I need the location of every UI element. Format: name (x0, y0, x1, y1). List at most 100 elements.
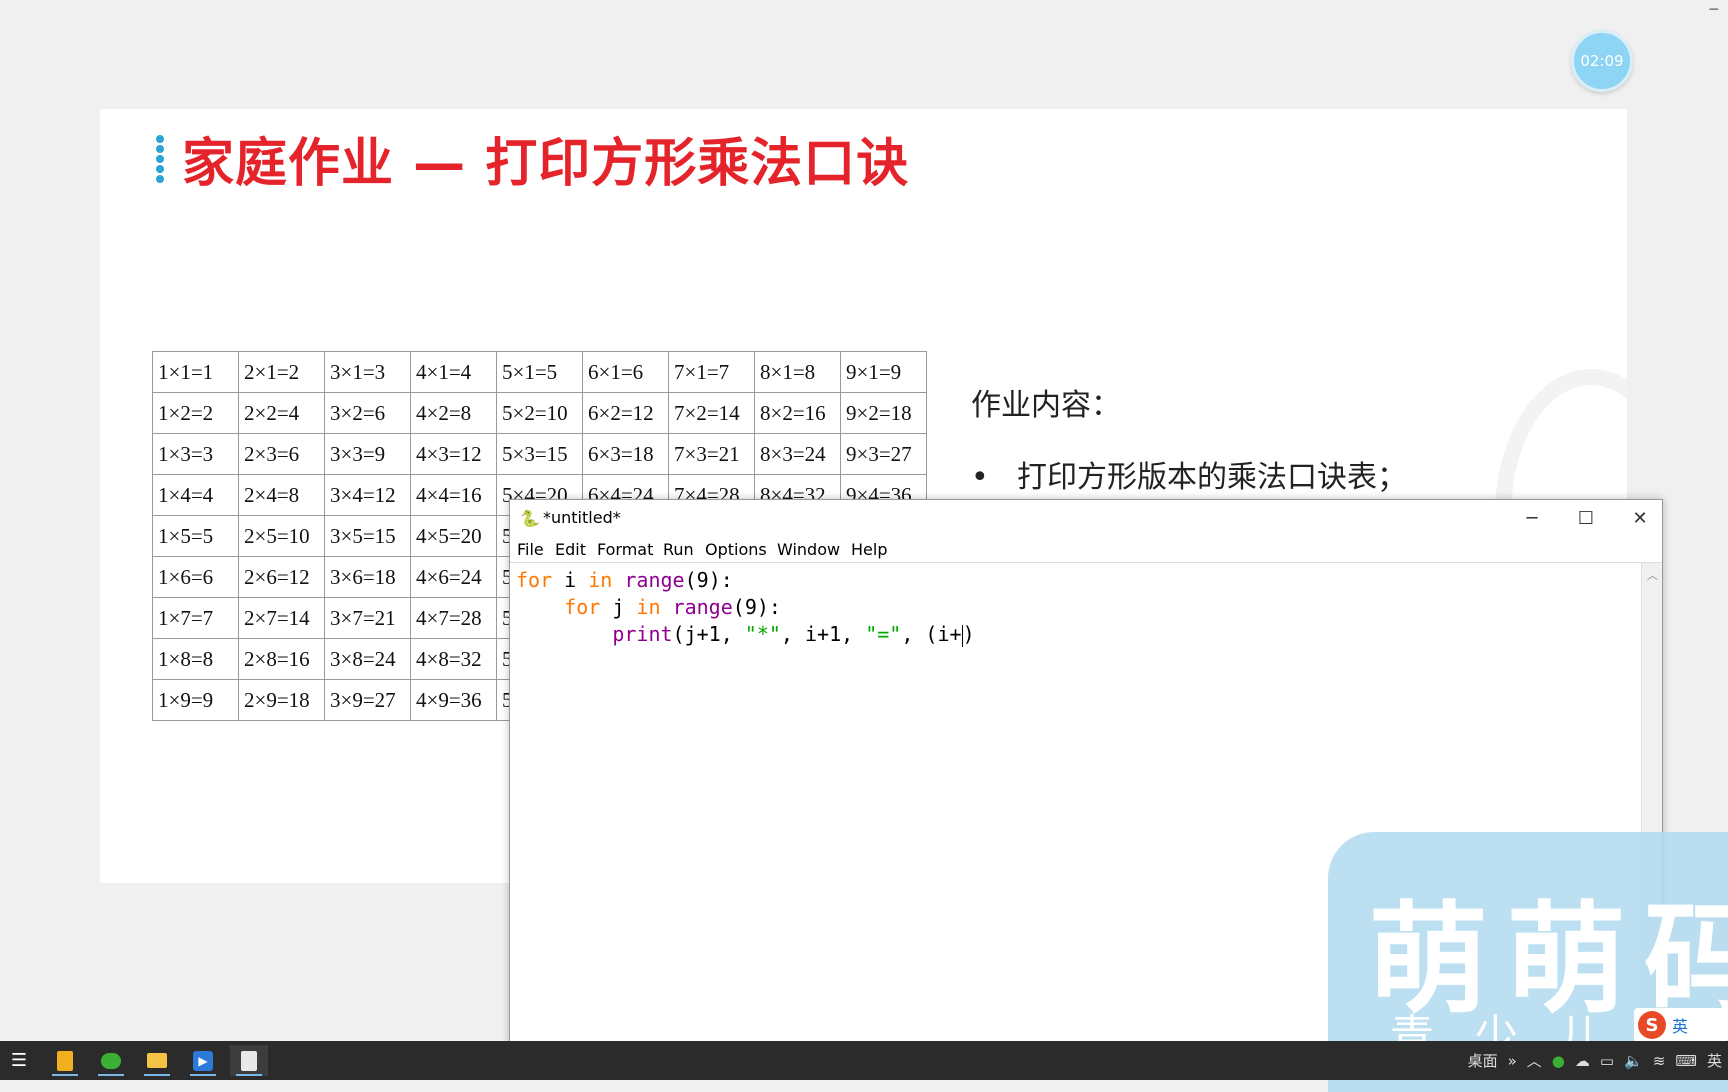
menu-bar: File Edit Format Run Options Window Help (510, 536, 1662, 563)
table-cell: 4×7=28 (410, 597, 497, 639)
code-line: for j in range(9): (564, 595, 781, 619)
table-cell: 4×2=8 (410, 392, 497, 434)
menu-run[interactable]: Run (663, 540, 694, 559)
table-cell: 9×1=9 (840, 351, 927, 393)
task-view-icon[interactable]: ☰ (0, 1045, 38, 1076)
table-cell: 1×3=3 (152, 433, 239, 475)
python-idle-icon[interactable] (230, 1045, 268, 1076)
code-line: print(j+1, "*", i+1, "=", (i+) (612, 622, 975, 647)
slide-title: 家庭作业 — 打印方形乘法口诀 (182, 134, 910, 194)
table-cell: 3×5=15 (324, 515, 411, 557)
code-line: for i in range(9): (516, 568, 733, 592)
minimize-button[interactable]: ─ (1504, 500, 1560, 536)
table-cell: 5×2=10 (496, 392, 583, 434)
table-cell: 3×2=6 (324, 392, 411, 434)
table-cell: 3×7=21 (324, 597, 411, 639)
window-titlebar[interactable]: 🐍 *untitled* ─ ☐ ✕ (510, 500, 1662, 536)
menu-edit[interactable]: Edit (555, 540, 586, 559)
close-button[interactable]: ✕ (1612, 500, 1668, 536)
table-cell: 2×1=2 (238, 351, 325, 393)
table-cell: 1×2=2 (152, 392, 239, 434)
wechat-icon[interactable] (92, 1045, 130, 1076)
screen-minimize-mark[interactable]: ─ (1710, 2, 1718, 18)
python-file-icon: 🐍 (520, 509, 540, 528)
table-cell: 4×4=16 (410, 474, 497, 516)
volume-icon[interactable]: 🔈 (1624, 1052, 1643, 1070)
table-cell: 4×6=24 (410, 556, 497, 598)
wechat-tray-icon[interactable]: ● (1552, 1052, 1565, 1070)
table-cell: 8×1=8 (754, 351, 841, 393)
table-cell: 3×8=24 (324, 638, 411, 680)
table-cell: 4×8=32 (410, 638, 497, 680)
text-cursor (961, 624, 963, 647)
table-cell: 4×5=20 (410, 515, 497, 557)
table-cell: 2×3=6 (238, 433, 325, 475)
keyboard-icon[interactable]: ⌨ (1675, 1052, 1697, 1070)
table-cell: 9×2=18 (840, 392, 927, 434)
table-row: 1×2=2 2×2=4 3×2=6 4×2=8 5×2=10 6×2=12 7×2=14 8×… (152, 392, 927, 434)
title-bullet-icon (156, 135, 164, 185)
maximize-button[interactable]: ☐ (1558, 500, 1614, 536)
table-cell: 4×1=4 (410, 351, 497, 393)
table-cell: 5×3=15 (496, 433, 583, 475)
table-cell: 7×3=21 (668, 433, 755, 475)
show-hidden-icon[interactable]: ︿ (1527, 1050, 1542, 1071)
video-player-icon[interactable]: ▶ (184, 1045, 222, 1076)
bullet-icon: • (971, 460, 989, 495)
table-cell: 2×8=16 (238, 638, 325, 680)
table-cell: 2×7=14 (238, 597, 325, 639)
table-cell: 3×3=9 (324, 433, 411, 475)
file-explorer-icon[interactable] (138, 1045, 176, 1076)
table-cell: 8×2=16 (754, 392, 841, 434)
table-cell: 2×9=18 (238, 679, 325, 721)
taskbar: ☰ ▶ 桌面 » ︿ ● ☁ ▭ 🔈 ≋ ⌨ 英 (0, 1041, 1728, 1080)
scroll-up-icon[interactable]: ︿ (1647, 567, 1658, 583)
menu-format[interactable]: Format (597, 540, 653, 559)
table-cell: 3×6=18 (324, 556, 411, 598)
table-cell: 1×5=5 (152, 515, 239, 557)
timer-text: 02:09 (1580, 52, 1624, 70)
homework-item-text: 打印方形版本的乘法口诀表； (1017, 460, 1407, 495)
table-cell: 7×1=7 (668, 351, 755, 393)
table-row: 1×3=3 2×3=6 3×3=9 4×3=12 5×3=15 6×3=18 7×3=21 8… (152, 433, 927, 475)
table-cell: 7×2=14 (668, 392, 755, 434)
menu-window[interactable]: Window (777, 540, 840, 559)
table-cell: 1×1=1 (152, 351, 239, 393)
table-cell: 3×9=27 (324, 679, 411, 721)
table-cell: 3×1=3 (324, 351, 411, 393)
timer-badge: 02:09 (1571, 30, 1633, 92)
cloud-icon[interactable]: ☁ (1575, 1052, 1590, 1070)
chevron-icon[interactable]: » (1508, 1052, 1517, 1070)
table-cell: 2×2=4 (238, 392, 325, 434)
wifi-icon[interactable]: ≋ (1653, 1052, 1666, 1070)
table-cell: 2×6=12 (238, 556, 325, 598)
language-indicator[interactable]: 英 (1707, 1050, 1722, 1071)
table-cell: 3×4=12 (324, 474, 411, 516)
table-cell: 2×4=8 (238, 474, 325, 516)
ime-toolbar[interactable]: S 英 (1634, 1008, 1728, 1042)
menu-options[interactable]: Options (705, 540, 767, 559)
system-tray: 桌面 » ︿ ● ☁ ▭ 🔈 ≋ ⌨ 英 (1458, 1041, 1722, 1080)
table-cell: 2×5=10 (238, 515, 325, 557)
desktop-label[interactable]: 桌面 (1468, 1050, 1498, 1071)
table-cell: 1×8=8 (152, 638, 239, 680)
menu-file[interactable]: File (517, 540, 544, 559)
window-title: *untitled* (543, 508, 621, 527)
homework-label: 作业内容： (971, 388, 1121, 423)
table-cell: 8×3=24 (754, 433, 841, 475)
menu-help[interactable]: Help (851, 540, 887, 559)
table-cell: 6×2=12 (582, 392, 669, 434)
table-cell: 1×7=7 (152, 597, 239, 639)
table-cell: 1×6=6 (152, 556, 239, 598)
ime-mode[interactable]: 英 (1672, 1013, 1688, 1037)
table-cell: 1×9=9 (152, 679, 239, 721)
sogou-logo-icon: S (1638, 1011, 1666, 1039)
battery-icon[interactable]: ▭ (1600, 1052, 1614, 1070)
table-cell: 6×1=6 (582, 351, 669, 393)
table-cell: 4×3=12 (410, 433, 497, 475)
table-cell: 6×3=18 (582, 433, 669, 475)
table-cell: 1×4=4 (152, 474, 239, 516)
table-cell: 9×3=27 (840, 433, 927, 475)
notes-app-icon[interactable] (46, 1045, 84, 1076)
table-cell: 4×9=36 (410, 679, 497, 721)
